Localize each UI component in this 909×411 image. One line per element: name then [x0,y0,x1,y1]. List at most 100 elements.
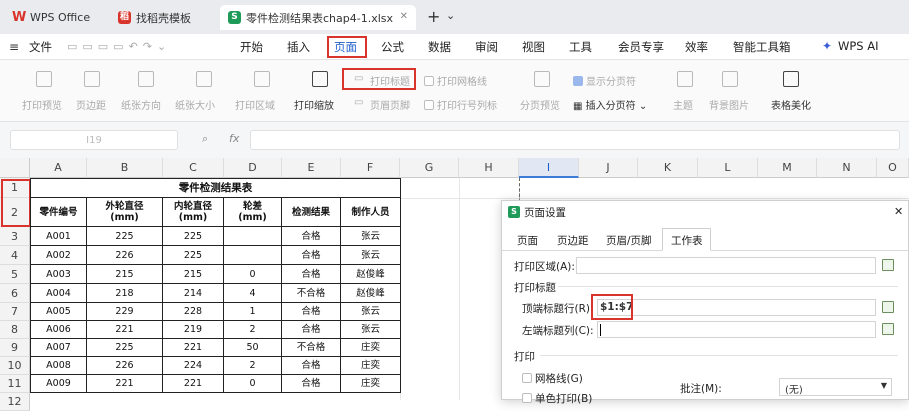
range-select-icon[interactable] [882,323,894,335]
range-select-icon[interactable] [882,301,894,313]
table-cell[interactable]: 0 [224,265,282,284]
gridlines-checkbox[interactable]: 网格线(G) [522,371,583,386]
table-cell[interactable]: 合格 [282,265,341,284]
comments-select[interactable]: (无) ▼ [779,378,892,396]
top-rows-input[interactable]: $1:$7 [597,299,876,316]
table-header-cell[interactable]: 检测结果 [282,198,341,227]
name-box[interactable]: I19 [10,130,178,150]
column-header[interactable]: L [698,158,758,178]
table-cell[interactable]: 229 [87,303,163,321]
table-title[interactable]: 零件检测结果表 [30,178,401,198]
theme-button[interactable]: 主题 [673,97,693,112]
table-cell[interactable]: 214 [163,284,224,303]
table-cell[interactable]: A005 [30,303,87,321]
menu-review[interactable]: 审阅 [475,39,498,55]
table-cell[interactable]: A007 [30,339,87,357]
column-header[interactable]: J [579,158,638,178]
tab-margins[interactable]: 页边距 [557,233,589,248]
menu-formula[interactable]: 公式 [381,39,404,55]
table-header-cell[interactable]: 内轮直径 (mm) [163,198,224,227]
table-cell[interactable]: 221 [163,375,224,393]
table-cell[interactable]: 庄奕 [341,357,401,375]
table-cell[interactable]: A003 [30,265,87,284]
row-header[interactable]: 10 [0,357,30,375]
column-header[interactable]: F [341,158,400,178]
table-cell[interactable]: 合格 [282,375,341,393]
row-header[interactable]: 3 [0,227,30,246]
column-header[interactable]: G [400,158,459,178]
table-cell[interactable]: 221 [87,321,163,339]
table-cell[interactable]: 合格 [282,227,341,246]
row-header[interactable]: 4 [0,246,30,265]
table-beautify-button[interactable]: 表格美化 [771,97,811,112]
margins-button[interactable]: 页边距 [76,97,106,112]
column-header[interactable]: A [30,158,87,178]
menu-smart-toolbox[interactable]: 智能工具箱 [733,39,791,55]
table-cell[interactable]: 庄奕 [341,339,401,357]
table-cell[interactable]: 218 [87,284,163,303]
table-cell[interactable]: 221 [163,339,224,357]
column-header[interactable]: K [638,158,698,178]
close-icon[interactable]: ✕ [894,205,903,218]
table-cell[interactable]: 1 [224,303,282,321]
table-cell[interactable]: 合格 [282,303,341,321]
column-header[interactable]: B [87,158,163,178]
table-cell[interactable]: 228 [163,303,224,321]
table-cell[interactable]: 庄奕 [341,375,401,393]
table-cell[interactable] [224,227,282,246]
new-tab-button[interactable]: + [427,7,440,26]
row-header[interactable]: 5 [0,265,30,284]
table-cell[interactable]: 赵俊峰 [341,284,401,303]
row-header[interactable]: 8 [0,321,30,339]
mono-print-checkbox[interactable]: 单色打印(B) [522,391,592,406]
menu-start[interactable]: 开始 [240,39,263,55]
left-cols-input[interactable] [597,321,876,338]
print-rowcol-checkbox[interactable]: 打印行号列标 [424,97,497,112]
print-area-input[interactable] [576,257,876,274]
column-header[interactable]: E [282,158,341,178]
table-cell[interactable]: 225 [163,246,224,265]
table-cell[interactable]: 合格 [282,321,341,339]
print-gridlines-checkbox[interactable]: 打印网格线 [424,73,487,88]
header-footer-button[interactable]: 页眉页脚 [370,97,410,112]
table-cell[interactable]: A008 [30,357,87,375]
table-cell[interactable]: 2 [224,357,282,375]
table-cell[interactable]: 张云 [341,246,401,265]
insert-break-button[interactable]: ▦ 插入分页符 ⌄ [573,97,647,112]
table-cell[interactable]: 215 [87,265,163,284]
menu-tools[interactable]: 工具 [569,39,592,55]
table-header-cell[interactable]: 零件编号 [30,198,87,227]
quick-access-icons[interactable]: ▭▭▭▭↶↷⌄ [67,40,171,53]
tab-worksheet[interactable]: 工作表 [671,233,703,248]
table-cell[interactable]: A004 [30,284,87,303]
column-header[interactable]: I [519,158,579,178]
menu-view[interactable]: 视图 [522,39,545,55]
tab-header-footer[interactable]: 页眉/页脚 [606,233,652,248]
row-header[interactable]: 9 [0,339,30,357]
table-cell[interactable]: 219 [163,321,224,339]
table-cell[interactable]: 226 [87,246,163,265]
tab-current-file[interactable]: S 零件检测结果表chap4-1.xlsx ✕ [220,5,416,30]
tab-docer-templates[interactable]: 稻 找稻壳模板 [110,5,216,30]
tab-list-dropdown[interactable]: ⌄ [446,9,455,22]
table-cell[interactable]: 0 [224,375,282,393]
table-header-cell[interactable]: 外轮直径 (mm) [87,198,163,227]
column-header[interactable]: N [817,158,877,178]
table-cell[interactable]: 224 [163,357,224,375]
column-header[interactable]: D [224,158,282,178]
table-header-cell[interactable]: 制作人员 [341,198,401,227]
show-breaks-checkbox[interactable]: 显示分页符 [573,73,636,88]
row-header[interactable]: 6 [0,284,30,303]
table-cell[interactable]: 张云 [341,321,401,339]
table-cell[interactable]: 合格 [282,357,341,375]
table-cell[interactable]: A001 [30,227,87,246]
tab-wps-office[interactable]: W WPS Office [4,5,104,30]
table-cell[interactable]: 2 [224,321,282,339]
orientation-button[interactable]: 纸张方向 [121,97,161,112]
row-header[interactable]: 11 [0,375,30,393]
menu-data[interactable]: 数据 [428,39,451,55]
menu-insert[interactable]: 插入 [287,39,310,55]
print-scale-button[interactable]: 打印缩放 [294,97,334,112]
paper-size-button[interactable]: 纸张大小 [175,97,215,112]
column-header[interactable]: M [758,158,817,178]
